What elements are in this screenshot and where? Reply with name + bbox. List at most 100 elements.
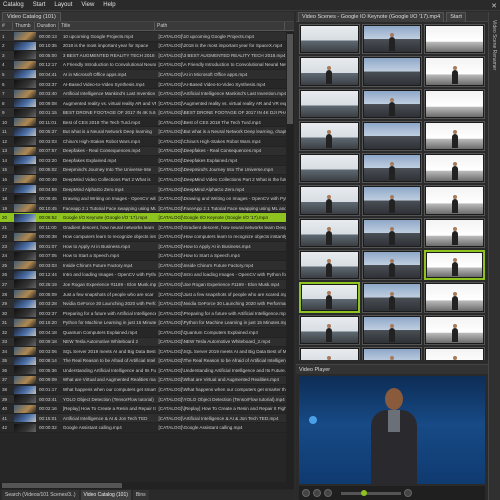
scene-thumbnail[interactable] (299, 56, 360, 87)
seek-knob[interactable] (361, 489, 367, 496)
scene-thumbnail[interactable] (361, 153, 423, 184)
col-duration[interactable]: Duration (35, 22, 59, 30)
table-row[interactable]: 34 00:03:06 SQL Server 2019 meets AI and B… (0, 347, 286, 357)
menu-layout[interactable]: Layout (54, 0, 72, 11)
table-row[interactable]: 32 00:04:18 Quantum Computers Explained.mp… (0, 327, 286, 338)
tab-video-catalog[interactable]: Video Catalog (101) (2, 12, 61, 21)
table-row[interactable]: 6 00:03:37 AI-Based Video-to-Video Synthes… (0, 79, 286, 90)
menu-catalog[interactable]: Catalog (3, 0, 24, 11)
scene-thumbnail[interactable] (361, 56, 423, 87)
table-row[interactable]: 41 00:15:01 Artificial Intelligence & AI &… (0, 413, 286, 424)
scene-thumbnail[interactable] (424, 282, 485, 313)
volume-icon[interactable] (404, 489, 412, 497)
col-title[interactable]: Title (59, 22, 155, 30)
table-row[interactable]: 38 00:01:17 What happens when our computer… (0, 385, 286, 395)
table-row[interactable]: 5 00:04:41 AI in Microsoft Office apps.mp4… (0, 70, 286, 80)
scene-thumbnail[interactable] (424, 250, 485, 281)
table-row[interactable]: 9 00:01:15 BEST DRONE FOOTAGE OF 2017 IN 4… (0, 108, 286, 118)
table-row[interactable]: 17 00:04:59 DeepMind AlphaGo Zero.mp4 [CATA… (0, 184, 286, 195)
catalog-horizontal-scrollbar[interactable] (0, 482, 294, 489)
table-row[interactable]: 31 00:15:20 Python for Machine Learning in… (0, 318, 286, 328)
scene-thumbnail[interactable] (424, 120, 485, 152)
table-row[interactable]: 33 00:09:18 NEW Tesla Automotive Whiteboar… (0, 337, 286, 348)
scene-thumbnail[interactable] (361, 346, 423, 360)
scene-thumbnail[interactable] (424, 24, 485, 55)
table-row[interactable]: 20 00:06:52 Google I/O Keynote (Google I/O… (0, 213, 286, 223)
scroll-thumb[interactable] (2, 483, 122, 488)
scene-thumbnail[interactable] (361, 120, 423, 152)
tab-bins[interactable]: Bins (132, 490, 149, 500)
scene-thumbnail[interactable] (424, 88, 485, 119)
col-path[interactable]: Path (155, 22, 285, 30)
table-row[interactable]: 15 00:05:02 Deepmind's Journey Into The Un… (0, 165, 286, 176)
table-row[interactable]: 29 00:03:28 Nvidia GeForce 30 Launching 20… (0, 299, 286, 309)
scene-thumbnail[interactable] (299, 120, 360, 152)
table-row[interactable]: 42 00:00:32 Google Assistant calling.mp4 [C… (0, 423, 286, 433)
table-row[interactable]: 1 00:00:13 10 upcoming Google Projects.mp4… (0, 32, 286, 42)
table-row[interactable]: 10 00:11:01 Best of CES 2018 The Tech Turd… (0, 117, 286, 128)
table-row[interactable]: 7 00:03:40 Artificial Intelligence Mankind… (0, 89, 286, 99)
table-row[interactable]: 37 00:09:09 What are Virtual and Augmented… (0, 375, 286, 386)
table-row[interactable]: 22 00:00:38 How computers learn to recogni… (0, 232, 286, 243)
table-row[interactable]: 3 00:05:00 3 BEST AUGMENTED REALITY TECH 2… (0, 51, 286, 61)
scene-thumbnail[interactable] (299, 88, 360, 119)
scene-thumbnail[interactable] (424, 346, 485, 360)
table-row[interactable]: 23 00:01:07 How to Apply AI in Business.mp… (0, 242, 286, 252)
table-row[interactable]: 28 00:05:09 Just a few snapshots of people… (0, 289, 286, 300)
table-row[interactable]: 30 00:03:37 Preparing for a future with Ar… (0, 308, 286, 319)
scene-thumbnail[interactable] (424, 314, 485, 345)
table-row[interactable]: 2 00:10:35 2018 is the most important year… (0, 41, 286, 52)
close-icon[interactable]: ✕ (491, 1, 497, 12)
scene-thumbnail[interactable] (424, 56, 485, 87)
table-row[interactable]: 40 00:02:16 [Replay] How To Create a Resin… (0, 404, 286, 414)
table-row[interactable]: 12 00:03:03 China's High-Stakes Robot Wars… (0, 137, 286, 147)
menu-view[interactable]: View (81, 0, 94, 11)
scene-thumbnail[interactable] (299, 185, 360, 216)
scene-thumbnail[interactable] (299, 282, 360, 313)
tab-search[interactable]: Search (Videos/101 Scenes/3..) (2, 490, 79, 500)
tab-video-scenes[interactable]: Video Scenes - Google IO Keynote (Google… (298, 11, 445, 22)
table-row[interactable]: 39 00:03:41 YOLO Object Detection (TensorF… (0, 394, 286, 405)
table-row[interactable]: 13 00:07:57 Deepfakes - Real Consequences.… (0, 146, 286, 157)
stop-icon[interactable] (302, 489, 310, 497)
tab-video-catalog-bottom[interactable]: Video Catalog (101) (80, 490, 131, 500)
scene-thumbnail[interactable] (361, 185, 423, 216)
scene-thumbnail[interactable] (361, 250, 423, 281)
table-row[interactable]: 14 00:03:20 Deepfakes Explained.mp4 [CATALO… (0, 156, 286, 166)
table-row[interactable]: 27 00:26:19 Joe Rogan Experience #1169 - E… (0, 280, 286, 290)
scene-thumbnail[interactable] (424, 185, 485, 216)
table-row[interactable]: 36 00:05:36 Understanding Artificial Intel… (0, 366, 286, 376)
video-player-frame[interactable] (299, 376, 485, 484)
scene-thumbnail[interactable] (299, 314, 360, 345)
table-row[interactable]: 24 00:07:05 How to Start a Speech.mp4 [CATA… (0, 251, 286, 262)
col-thumb[interactable]: Thumb (13, 22, 35, 30)
scene-thumbnail[interactable] (299, 24, 360, 55)
catalog-vertical-scrollbar[interactable] (286, 32, 294, 482)
scene-thumbnail[interactable] (361, 217, 423, 249)
table-row[interactable]: 11 00:05:37 But what is a Neural Network D… (0, 127, 286, 138)
scene-thumbnail[interactable] (424, 153, 485, 184)
tab-start[interactable]: Start (446, 11, 466, 22)
scene-thumbnail[interactable] (299, 346, 360, 360)
sidebar-label[interactable]: Video Scene Renamer (491, 20, 497, 70)
table-row[interactable]: 25 00:03:03 Inside China's Future Factory.… (0, 261, 286, 271)
scene-thumbnail[interactable] (299, 153, 360, 184)
table-row[interactable]: 35 00:08:14 The Real Reason to be Afraid o… (0, 356, 286, 367)
scene-thumbnail[interactable] (361, 24, 423, 55)
table-row[interactable]: 21 00:11:00 Gradient descent, how neural n… (0, 222, 286, 233)
scene-thumbnail[interactable] (361, 88, 423, 119)
table-row[interactable]: 26 00:12:44 Intro and loading Images - Ope… (0, 270, 286, 281)
play-icon[interactable] (313, 489, 321, 497)
table-row[interactable]: 16 00:00:49 DeepMind Video Collections Par… (0, 175, 286, 185)
seek-bar[interactable] (341, 489, 401, 496)
table-row[interactable]: 18 00:09:45 Drawing and Writing on Images … (0, 194, 286, 204)
menu-help[interactable]: Help (103, 0, 115, 11)
table-row[interactable]: 19 00:10:45 Faceapp 2.1 Tutorial Face swap… (0, 203, 286, 214)
scene-thumbnail[interactable] (299, 250, 360, 281)
scroll-thumb[interactable] (287, 34, 293, 124)
pause-icon[interactable] (324, 489, 332, 497)
scene-thumbnail[interactable] (361, 314, 423, 345)
scene-thumbnail[interactable] (361, 282, 423, 313)
col-number[interactable]: # (0, 22, 13, 30)
table-row[interactable]: 4 00:12:17 A Friendly Introduction to Conv… (0, 60, 286, 71)
